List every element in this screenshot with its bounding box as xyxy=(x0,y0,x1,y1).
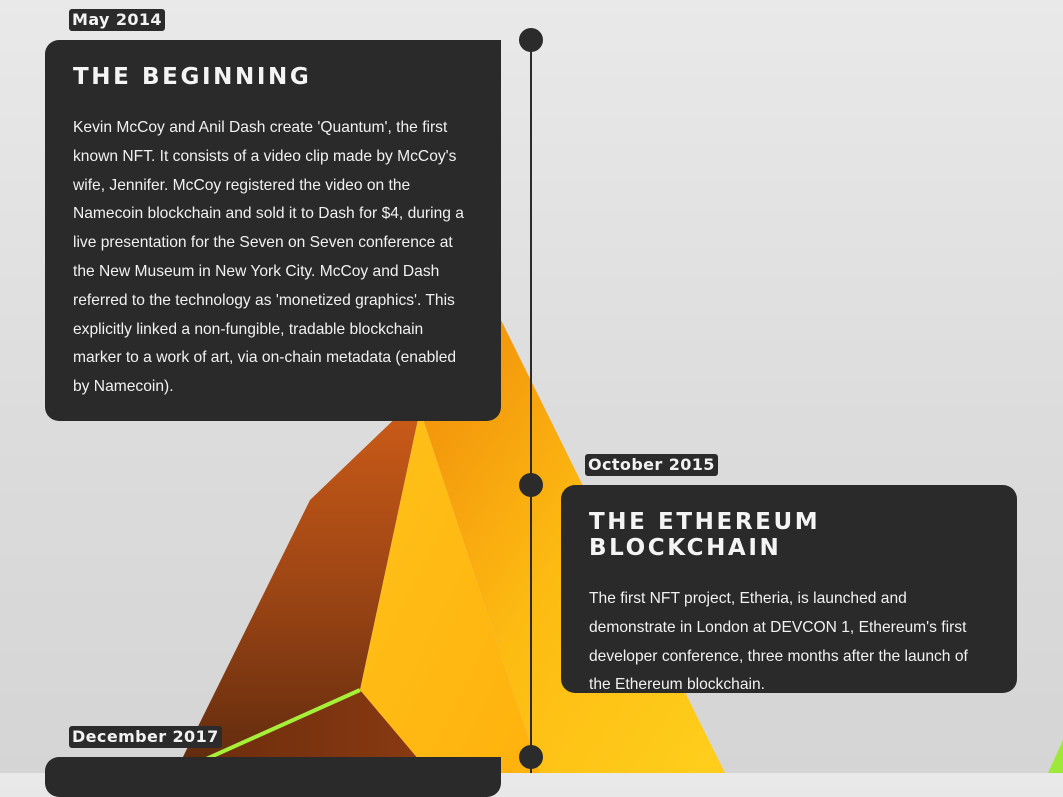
card-title: THE BEGINNING xyxy=(73,64,312,90)
card-description: The first NFT project, Etheria, is launc… xyxy=(589,590,968,694)
timeline-line xyxy=(530,40,532,773)
timeline-card: THE ETHEREUM BLOCKCHAIN The first NFT pr… xyxy=(561,485,1017,693)
timeline-dot xyxy=(519,473,543,497)
date-label: December 2017 xyxy=(69,726,222,748)
date-label: October 2015 xyxy=(585,454,718,476)
timeline-card: THE BEGINNING Kevin McCoy and Anil Dash … xyxy=(45,40,501,421)
timeline-card xyxy=(45,757,501,797)
date-label: May 2014 xyxy=(69,9,165,31)
card-title: THE ETHEREUM BLOCKCHAIN xyxy=(589,509,821,561)
timeline-dot xyxy=(519,745,543,769)
card-description: Kevin McCoy and Anil Dash create 'Quantu… xyxy=(73,119,464,396)
timeline-dot xyxy=(519,28,543,52)
